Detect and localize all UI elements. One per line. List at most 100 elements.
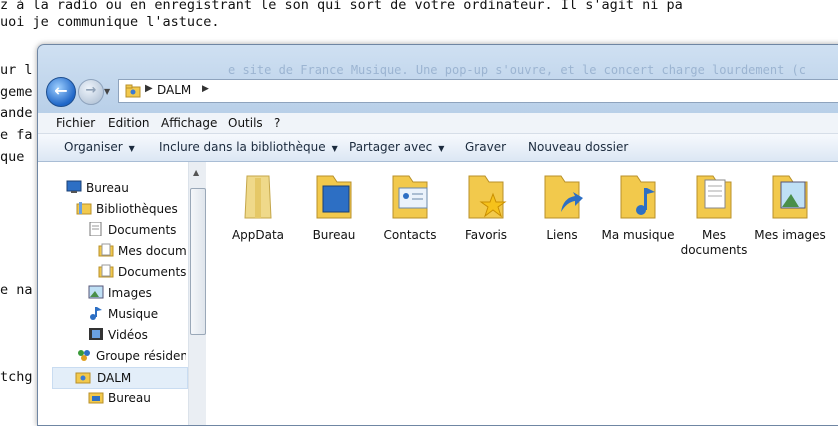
- tree-item-label: Mes documents: [118, 244, 186, 258]
- file-item-favoris[interactable]: Favoris: [448, 172, 524, 243]
- breadcrumb-separator-icon[interactable]: ▶: [145, 83, 153, 94]
- tree-item-videos[interactable]: Vidéos: [88, 325, 186, 345]
- folder-icon: [98, 243, 114, 257]
- nav-pane-scrollbar[interactable]: ▲: [188, 162, 206, 425]
- file-list: AppData Bureau Contacts Favoris Liens Ma…: [206, 162, 838, 425]
- explorer-window[interactable]: e site de France Musique. Une pop-up s'o…: [37, 44, 838, 426]
- chevron-down-icon: ▼: [331, 144, 338, 153]
- file-item-ma-musique[interactable]: Ma musique: [600, 172, 676, 243]
- scroll-up-icon[interactable]: ▲: [193, 168, 199, 177]
- tree-item-label: Bureau: [108, 391, 151, 405]
- doc-line: z à la radio ou en enregistrant le son q…: [0, 0, 683, 13]
- folder-icon: [244, 175, 272, 219]
- menu-bar: Fichier Edition Affichage Outils ?: [38, 113, 838, 134]
- include-label: Inclure dans la bibliothèque: [159, 140, 326, 154]
- file-item-appdata[interactable]: AppData: [220, 172, 296, 243]
- forward-button[interactable]: →: [78, 79, 104, 105]
- tree-item-label: Bureau: [86, 181, 129, 195]
- file-item-liens[interactable]: Liens: [524, 172, 600, 243]
- folder-icon: [98, 264, 114, 278]
- share-label: Partager avec: [349, 140, 433, 154]
- navigation-bar: ← → ▼ ▶ DALM ▶: [38, 75, 838, 109]
- menu-fichier[interactable]: Fichier: [56, 116, 95, 130]
- tree-item-label: DALM: [97, 371, 132, 385]
- menu-edition[interactable]: Edition: [108, 116, 150, 130]
- doc-line: ande: [0, 105, 33, 121]
- address-bar[interactable]: ▶ DALM ▶: [118, 79, 838, 103]
- doc-line: ur l: [0, 62, 33, 78]
- images-icon: [88, 285, 104, 299]
- file-item-mes-documents[interactable]: Mes documents: [676, 172, 752, 258]
- tree-item-bibliotheques[interactable]: Bibliothèques: [76, 199, 186, 219]
- user-folder-icon: [75, 372, 91, 384]
- recent-pages-button[interactable]: ▼: [104, 87, 110, 96]
- music-folder-icon: [620, 175, 656, 219]
- desktop-folder-icon: [316, 175, 352, 219]
- back-button[interactable]: ←: [46, 77, 76, 107]
- file-item-label: Favoris: [464, 228, 508, 242]
- scrollbar-thumb[interactable]: [190, 188, 206, 335]
- homegroup-icon: [78, 350, 90, 361]
- tree-item-mes-documents[interactable]: Mes documents: [98, 241, 186, 261]
- chevron-down-icon: ▼: [438, 144, 445, 153]
- file-item-label: Bureau: [312, 228, 356, 242]
- tree-item-label: Documents: [108, 223, 177, 237]
- tree-item-label: Bibliothèques: [96, 202, 178, 216]
- new-folder-button[interactable]: Nouveau dossier: [528, 140, 628, 154]
- breadcrumb-dalm[interactable]: DALM: [157, 83, 191, 97]
- videos-icon: [89, 328, 103, 340]
- tree-item-bureau[interactable]: Bureau: [66, 178, 186, 198]
- tree-item-label: Groupe résidentie: [96, 349, 186, 363]
- share-with-button[interactable]: Partager avec ▼: [349, 140, 444, 154]
- desktop-folder-icon: [88, 392, 104, 404]
- desktop-icon: [66, 180, 82, 193]
- doc-line: e na: [0, 282, 33, 298]
- file-item-label: Liens: [546, 228, 578, 242]
- tree-item-dalm[interactable]: DALM: [52, 367, 188, 389]
- breadcrumb-arrow-icon[interactable]: ▶: [202, 84, 209, 94]
- file-item-label: Contacts: [383, 228, 437, 242]
- doc-line: geme: [0, 84, 33, 100]
- contacts-folder-icon: [392, 175, 428, 219]
- file-item-label: Mes images: [754, 228, 826, 242]
- menu-help[interactable]: ?: [274, 116, 280, 130]
- file-item-label: Ma musique: [601, 228, 675, 242]
- documents-folder-icon: [696, 175, 732, 219]
- burn-button[interactable]: Graver: [465, 140, 506, 154]
- navigation-pane: Bureau Bibliothèques Documents Mes docum…: [38, 162, 189, 425]
- doc-line: e fa: [0, 127, 33, 143]
- file-item-bureau[interactable]: Bureau: [296, 172, 372, 243]
- tree-item-images[interactable]: Images: [88, 283, 186, 303]
- library-icon: [76, 202, 92, 215]
- arrow-left-icon: ←: [54, 81, 68, 100]
- arrow-right-icon: →: [85, 83, 97, 98]
- pictures-folder-icon: [772, 175, 808, 219]
- menu-affichage[interactable]: Affichage: [161, 116, 217, 130]
- tree-item-groupe-residentiel[interactable]: Groupe résidentie: [76, 346, 186, 366]
- tree-item-documents[interactable]: Documents: [88, 220, 186, 240]
- chevron-down-icon: ▼: [128, 144, 135, 153]
- user-folder-icon: [125, 84, 141, 98]
- doc-line: uoi je communique l'astuce.: [0, 14, 220, 30]
- organize-button[interactable]: Organiser ▼: [64, 140, 135, 154]
- menu-outils[interactable]: Outils: [228, 116, 263, 130]
- documents-icon: [89, 222, 102, 236]
- tree-item-musique[interactable]: Musique: [88, 304, 186, 324]
- doc-line: tchg: [0, 369, 33, 385]
- doc-line: que: [0, 149, 25, 165]
- file-item-label: Mes documents: [680, 228, 748, 257]
- include-in-library-button[interactable]: Inclure dans la bibliothèque ▼: [159, 140, 338, 154]
- links-folder-icon: [544, 175, 583, 219]
- tree-item-label: Images: [108, 286, 152, 300]
- file-item-contacts[interactable]: Contacts: [372, 172, 448, 243]
- file-item-label: AppData: [231, 228, 285, 242]
- tree-item-bureau-folder[interactable]: Bureau: [88, 388, 186, 408]
- organize-label: Organiser: [64, 140, 123, 154]
- tree-item-label: Musique: [108, 307, 159, 321]
- tree-item-documents-publics[interactable]: Documents p: [98, 262, 186, 282]
- tree-item-label: Documents p: [118, 265, 186, 279]
- tree-item-label: Vidéos: [108, 328, 148, 342]
- chevron-down-icon: ▼: [104, 87, 111, 96]
- music-icon: [90, 307, 102, 320]
- file-item-mes-images[interactable]: Mes images: [752, 172, 828, 243]
